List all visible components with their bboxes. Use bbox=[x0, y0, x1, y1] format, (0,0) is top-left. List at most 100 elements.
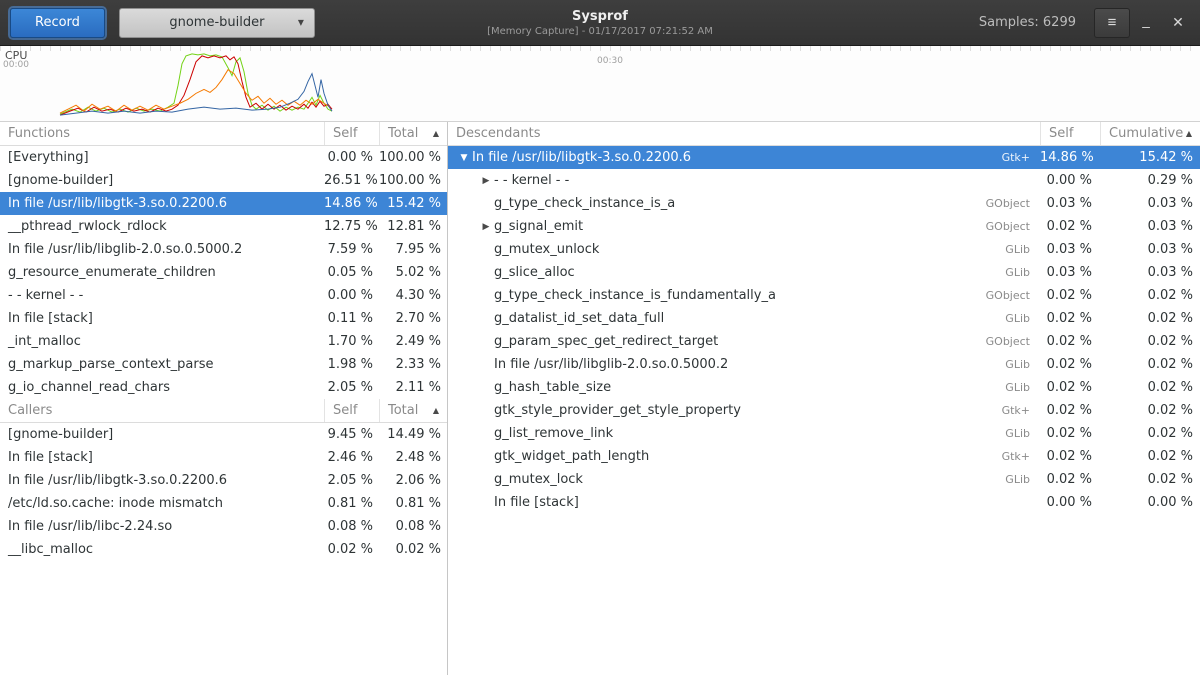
total-percent: 2.48 % bbox=[379, 450, 447, 465]
self-percent: 0.03 % bbox=[1040, 196, 1100, 211]
table-row[interactable]: g_resource_enumerate_children0.05 %5.02 … bbox=[0, 261, 447, 284]
expander-collapsed-icon[interactable]: ▶ bbox=[478, 176, 494, 186]
self-column-header[interactable]: Self bbox=[1040, 122, 1100, 145]
table-row[interactable]: In file /usr/lib/libgtk-3.so.0.2200.62.0… bbox=[0, 469, 447, 492]
functions-column-header[interactable]: Functions bbox=[0, 122, 324, 145]
total-column-label: Total bbox=[388, 403, 418, 418]
self-percent: 0.00 % bbox=[324, 150, 379, 165]
total-column-header[interactable]: Total ▲ bbox=[379, 122, 447, 145]
total-percent: 2.11 % bbox=[379, 380, 447, 395]
table-row[interactable]: gtk_widget_path_lengthGtk+0.02 %0.02 % bbox=[448, 445, 1200, 468]
timeline-start-label: 00:00 bbox=[3, 60, 29, 70]
table-row[interactable]: __libc_malloc0.02 %0.02 % bbox=[0, 538, 447, 561]
table-row[interactable]: In file [stack]0.11 %2.70 % bbox=[0, 307, 447, 330]
self-percent: 0.08 % bbox=[324, 519, 379, 534]
callers-table: [gnome-builder]9.45 %14.49 %In file [sta… bbox=[0, 423, 447, 561]
table-row[interactable]: - - kernel - -0.00 %4.30 % bbox=[0, 284, 447, 307]
function-name: [Everything] bbox=[0, 150, 324, 165]
descendants-column-header[interactable]: Descendants bbox=[448, 122, 1040, 145]
sort-arrow-icon: ▲ bbox=[433, 406, 439, 415]
table-row[interactable]: In file /usr/lib/libglib-2.0.so.0.5000.2… bbox=[0, 238, 447, 261]
table-row[interactable]: g_io_channel_read_chars2.05 %2.11 % bbox=[0, 376, 447, 399]
total-percent: 12.81 % bbox=[379, 219, 447, 234]
main-panes: Functions Self Total ▲ [Everything]0.00 … bbox=[0, 122, 1200, 675]
total-column-label: Total bbox=[388, 126, 418, 141]
descendant-name-cell: In file [stack] bbox=[448, 495, 970, 510]
total-percent: 5.02 % bbox=[379, 265, 447, 280]
close-button[interactable]: ✕ bbox=[1162, 8, 1194, 38]
function-name: g_mutex_lock bbox=[494, 472, 583, 487]
table-row[interactable]: g_datalist_id_set_data_fullGLib0.02 %0.0… bbox=[448, 307, 1200, 330]
self-column-header[interactable]: Self bbox=[324, 399, 379, 422]
table-row[interactable]: __pthread_rwlock_rdlock12.75 %12.81 % bbox=[0, 215, 447, 238]
category-label: GLib bbox=[970, 427, 1040, 440]
self-column-header[interactable]: Self bbox=[324, 122, 379, 145]
callers-column-header[interactable]: Callers bbox=[0, 399, 324, 422]
descendant-name-cell: ▼In file /usr/lib/libgtk-3.so.0.2200.6 bbox=[448, 150, 970, 165]
descendant-name-cell: g_mutex_unlock bbox=[448, 242, 970, 257]
table-row[interactable]: [Everything]0.00 %100.00 % bbox=[0, 146, 447, 169]
cpu-timeline[interactable]: CPU 00:00 00:30 bbox=[0, 46, 1200, 122]
table-row[interactable]: g_markup_parse_context_parse1.98 %2.33 % bbox=[0, 353, 447, 376]
function-name: In file [stack] bbox=[494, 495, 579, 510]
table-row[interactable]: g_hash_table_sizeGLib0.02 %0.02 % bbox=[448, 376, 1200, 399]
function-name: _int_malloc bbox=[0, 334, 324, 349]
table-row[interactable]: [gnome-builder]26.51 %100.00 % bbox=[0, 169, 447, 192]
table-row[interactable]: In file [stack]0.00 %0.00 % bbox=[448, 491, 1200, 514]
table-row[interactable]: g_mutex_unlockGLib0.03 %0.03 % bbox=[448, 238, 1200, 261]
function-name: - - kernel - - bbox=[494, 173, 569, 188]
function-name: [gnome-builder] bbox=[0, 427, 324, 442]
total-column-header[interactable]: Total ▲ bbox=[379, 399, 447, 422]
function-name: In file /usr/lib/libgtk-3.so.0.2200.6 bbox=[472, 150, 691, 165]
table-row[interactable]: g_type_check_instance_is_aGObject0.03 %0… bbox=[448, 192, 1200, 215]
function-name: /etc/ld.so.cache: inode mismatch bbox=[0, 496, 324, 511]
function-name: g_io_channel_read_chars bbox=[0, 380, 324, 395]
table-row[interactable]: ▶g_signal_emitGObject0.02 %0.03 % bbox=[448, 215, 1200, 238]
cumulative-percent: 0.02 % bbox=[1100, 472, 1200, 487]
expander-expanded-icon[interactable]: ▼ bbox=[456, 153, 472, 163]
category-label: Gtk+ bbox=[970, 151, 1040, 164]
minimize-button[interactable]: – bbox=[1130, 8, 1162, 38]
table-row[interactable]: g_type_check_instance_is_fundamentally_a… bbox=[448, 284, 1200, 307]
total-percent: 100.00 % bbox=[379, 150, 447, 165]
table-row[interactable]: ▶- - kernel - -0.00 %0.29 % bbox=[448, 169, 1200, 192]
self-percent: 0.00 % bbox=[1040, 173, 1100, 188]
table-row[interactable]: g_mutex_lockGLib0.02 %0.02 % bbox=[448, 468, 1200, 491]
table-row[interactable]: [gnome-builder]9.45 %14.49 % bbox=[0, 423, 447, 446]
cumulative-percent: 0.02 % bbox=[1100, 403, 1200, 418]
table-row[interactable]: g_list_remove_linkGLib0.02 %0.02 % bbox=[448, 422, 1200, 445]
category-label: GLib bbox=[970, 312, 1040, 325]
descendant-name-cell: In file /usr/lib/libglib-2.0.so.0.5000.2 bbox=[448, 357, 970, 372]
category-label: GLib bbox=[970, 358, 1040, 371]
self-percent: 0.81 % bbox=[324, 496, 379, 511]
record-button[interactable]: Record bbox=[10, 8, 105, 38]
app-title: Sysprof bbox=[487, 9, 713, 24]
table-row[interactable]: In file /usr/lib/libglib-2.0.so.0.5000.2… bbox=[448, 353, 1200, 376]
table-row[interactable]: In file /usr/lib/libc-2.24.so0.08 %0.08 … bbox=[0, 515, 447, 538]
function-name: In file /usr/lib/libgtk-3.so.0.2200.6 bbox=[0, 196, 324, 211]
table-row[interactable]: In file [stack]2.46 %2.48 % bbox=[0, 446, 447, 469]
total-percent: 100.00 % bbox=[379, 173, 447, 188]
table-row[interactable]: g_slice_allocGLib0.03 %0.03 % bbox=[448, 261, 1200, 284]
window-title-block: Sysprof [Memory Capture] - 01/17/2017 07… bbox=[487, 9, 713, 37]
category-label: GLib bbox=[970, 243, 1040, 256]
table-row[interactable]: /etc/ld.so.cache: inode mismatch0.81 %0.… bbox=[0, 492, 447, 515]
table-row[interactable]: gtk_style_provider_get_style_propertyGtk… bbox=[448, 399, 1200, 422]
table-row[interactable]: g_param_spec_get_redirect_targetGObject0… bbox=[448, 330, 1200, 353]
cumulative-column-header[interactable]: Cumulative ▲ bbox=[1100, 122, 1200, 145]
descendant-name-cell: gtk_style_provider_get_style_property bbox=[448, 403, 970, 418]
table-row[interactable]: ▼In file /usr/lib/libgtk-3.so.0.2200.6Gt… bbox=[448, 146, 1200, 169]
cumulative-percent: 0.02 % bbox=[1100, 380, 1200, 395]
function-name: gtk_style_provider_get_style_property bbox=[494, 403, 741, 418]
table-row[interactable]: _int_malloc1.70 %2.49 % bbox=[0, 330, 447, 353]
self-percent: 0.03 % bbox=[1040, 242, 1100, 257]
function-name: g_resource_enumerate_children bbox=[0, 265, 324, 280]
expander-collapsed-icon[interactable]: ▶ bbox=[478, 222, 494, 232]
menu-button[interactable]: ≡ bbox=[1094, 8, 1130, 38]
process-selector-dropdown[interactable]: gnome-builder ▾ bbox=[119, 8, 315, 38]
minimize-icon: – bbox=[1142, 18, 1150, 34]
descendants-table-header: Descendants Self Cumulative ▲ bbox=[448, 122, 1200, 146]
function-name: [gnome-builder] bbox=[0, 173, 324, 188]
table-row[interactable]: In file /usr/lib/libgtk-3.so.0.2200.614.… bbox=[0, 192, 447, 215]
right-panel: Descendants Self Cumulative ▲ ▼In file /… bbox=[448, 122, 1200, 675]
